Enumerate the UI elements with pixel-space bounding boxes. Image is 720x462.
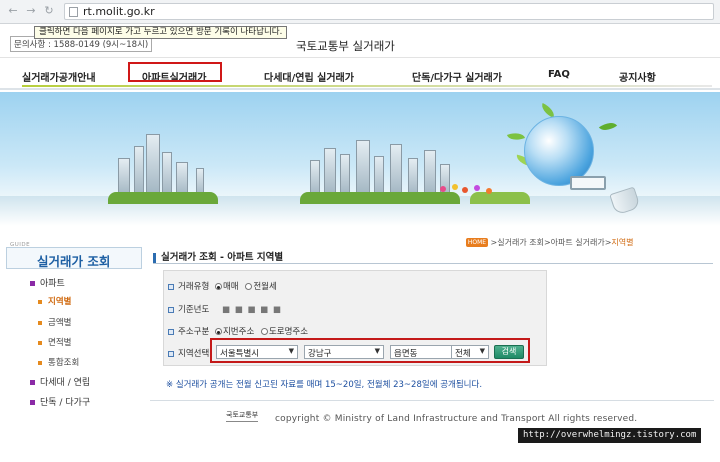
bullet-icon bbox=[38, 360, 42, 365]
flower bbox=[486, 188, 492, 194]
building bbox=[356, 140, 370, 198]
year-row: 기준년도 ■ ■ ■ ■ ■ bbox=[168, 303, 282, 317]
leaf bbox=[506, 129, 526, 144]
sidebar-item-apartment[interactable]: 아파트 bbox=[30, 276, 65, 289]
trade-option-label: 전월세 bbox=[253, 282, 277, 292]
sidebar-item-combined[interactable]: 통합조회 bbox=[38, 356, 79, 368]
nav-underline bbox=[22, 85, 712, 87]
sidebar-item-label: 아파트 bbox=[40, 279, 65, 289]
address-type-row: 주소구분 지번주소 도로명주소 bbox=[168, 325, 308, 339]
breadcrumb: HOME >실거래가 조회>아파트 실거래가>지역별 bbox=[466, 237, 634, 248]
year-label: 기준년도 bbox=[178, 305, 210, 315]
nav-item-guide[interactable]: 실거래가공개안내 bbox=[22, 69, 96, 84]
bullet-icon bbox=[38, 340, 42, 345]
nav-item-faq[interactable]: FAQ bbox=[548, 69, 570, 80]
flower bbox=[440, 186, 446, 192]
radio-checked-icon[interactable] bbox=[214, 328, 222, 335]
breadcrumb-current: 지역별 bbox=[611, 238, 634, 247]
address-option-label: 지번주소 bbox=[222, 327, 255, 337]
address-type-label: 주소구분 bbox=[178, 327, 210, 337]
bullet-icon bbox=[30, 380, 35, 385]
browser-toolbar: ← → ↻ rt.molit.go.kr bbox=[0, 0, 720, 24]
row-bullet-icon bbox=[168, 283, 174, 290]
reload-icon[interactable]: ↻ bbox=[42, 4, 56, 18]
region-row: 지역선택 bbox=[168, 347, 209, 361]
page-icon bbox=[69, 7, 78, 17]
building bbox=[134, 146, 144, 198]
sidebar-item-label: 통합조회 bbox=[48, 358, 80, 368]
url-text[interactable]: rt.molit.go.kr bbox=[83, 5, 155, 18]
bullet-icon bbox=[38, 299, 42, 304]
content-divider bbox=[153, 263, 713, 264]
radio-icon[interactable] bbox=[260, 328, 268, 335]
sidebar-item-area[interactable]: 면적별 bbox=[38, 336, 71, 348]
building bbox=[390, 144, 402, 198]
sidebar-title: 실거래가 조회 bbox=[6, 247, 142, 269]
building bbox=[324, 148, 336, 198]
home-badge[interactable]: HOME bbox=[466, 238, 488, 247]
back-button-tooltip: 클릭하면 다음 페이지로 가고 누르고 있으면 방문 기록이 나타납니다. bbox=[34, 26, 288, 39]
address-option-lot[interactable]: 지번주소 bbox=[214, 327, 255, 337]
address-option-label: 도로명주소 bbox=[268, 327, 309, 337]
sidebar-item-region[interactable]: 지역별 bbox=[38, 295, 71, 307]
nav-highlight-box bbox=[128, 62, 222, 82]
year-value-redacted: ■ ■ ■ ■ ■ bbox=[221, 305, 282, 315]
address-bar[interactable]: rt.molit.go.kr bbox=[64, 3, 714, 20]
trade-option-label: 매매 bbox=[222, 282, 239, 292]
site-title[interactable]: 국토교통부 실거래가 bbox=[296, 38, 395, 54]
back-arrow-icon[interactable]: ← bbox=[6, 4, 20, 18]
footer-divider bbox=[150, 400, 714, 401]
flower bbox=[452, 184, 458, 190]
row-bullet-icon bbox=[168, 350, 174, 357]
footer-logo: 국토교통부 bbox=[226, 410, 259, 422]
sidebar-item-detached[interactable]: 단독 / 다가구 bbox=[30, 395, 90, 408]
building bbox=[424, 150, 436, 198]
page-title: 실거래가 조회 - 아파트 지역별 bbox=[153, 249, 283, 263]
leaf bbox=[598, 118, 618, 135]
forward-arrow-icon[interactable]: → bbox=[24, 4, 38, 18]
page-title-text: 실거래가 조회 - 아파트 지역별 bbox=[161, 252, 284, 263]
sidebar-item-label: 지역별 bbox=[48, 297, 72, 307]
breadcrumb-path: >실거래가 조회>아파트 실거래가> bbox=[490, 238, 612, 247]
radio-checked-icon[interactable] bbox=[214, 283, 222, 290]
footer-copyright: copyright © Ministry of Land Infrastruct… bbox=[275, 414, 638, 424]
region-label: 지역선택 bbox=[178, 349, 210, 359]
flower bbox=[474, 185, 480, 191]
trade-option-sale[interactable]: 매매 bbox=[214, 282, 239, 292]
row-bullet-icon bbox=[168, 306, 174, 313]
flower bbox=[462, 187, 468, 193]
bench-illustration bbox=[570, 176, 606, 190]
radio-icon[interactable] bbox=[245, 283, 253, 290]
sidebar-item-label: 금액별 bbox=[48, 318, 72, 328]
bullet-icon bbox=[30, 400, 35, 405]
bullet-icon bbox=[30, 281, 35, 286]
nav-item-detached[interactable]: 단독/다가구 실거래가 bbox=[412, 69, 502, 84]
address-option-road[interactable]: 도로명주소 bbox=[260, 327, 309, 337]
grass bbox=[470, 192, 530, 204]
title-bar-icon bbox=[153, 252, 156, 263]
watermark: http://overwhelmingz.tistory.com bbox=[518, 428, 702, 443]
hero-banner bbox=[0, 92, 720, 226]
bullet-icon bbox=[38, 320, 42, 325]
sidebar-item-label: 단독 / 다가구 bbox=[40, 398, 91, 408]
grass bbox=[108, 192, 218, 204]
nav-item-notice[interactable]: 공지사항 bbox=[619, 69, 656, 84]
sidebar-item-label: 다세대 / 연립 bbox=[40, 378, 91, 388]
sidebar-item-multiplex[interactable]: 다세대 / 연립 bbox=[30, 375, 90, 388]
row-bullet-icon bbox=[168, 328, 174, 335]
trade-option-rent[interactable]: 전월세 bbox=[245, 282, 277, 292]
nav-item-multiplex[interactable]: 다세대/연립 실거래가 bbox=[264, 69, 354, 84]
building bbox=[146, 134, 160, 198]
grass bbox=[300, 192, 460, 204]
notice-text: ※ 실거래가 공개는 전월 신고된 자료를 매며 15~20일, 전월체 23~… bbox=[166, 380, 483, 390]
trade-type-label: 거래유형 bbox=[178, 282, 210, 292]
region-highlight-box bbox=[210, 338, 530, 363]
trade-type-row: 거래유형 매매 전월세 bbox=[168, 280, 277, 294]
sidebar-item-label: 면적별 bbox=[48, 338, 72, 348]
sidebar-item-price[interactable]: 금액별 bbox=[38, 316, 71, 328]
